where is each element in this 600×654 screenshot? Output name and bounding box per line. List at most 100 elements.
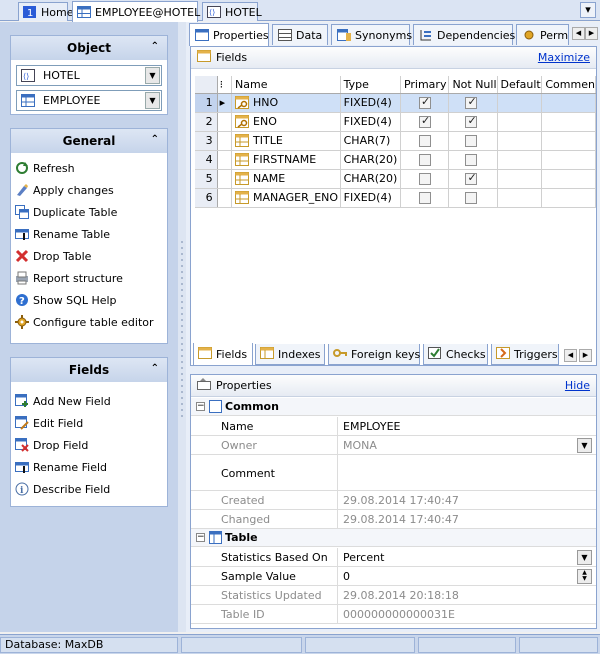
comment-cell[interactable]: [541, 150, 596, 170]
tabs-scroll-left-button[interactable]: ◀: [572, 27, 585, 40]
property-value[interactable]: 29.08.2014 20:18:18: [343, 589, 459, 602]
not-null-cell[interactable]: [448, 112, 498, 132]
not-null-cell[interactable]: [448, 188, 498, 208]
tab-employee-hotel[interactable]: EMPLOYEE@HOTEL: [72, 1, 200, 22]
refresh-action[interactable]: Refresh: [11, 157, 167, 179]
column-header-primary[interactable]: Primary: [400, 76, 450, 94]
field-name-cell[interactable]: MANAGER_ENO: [231, 188, 341, 208]
fields-panel-header[interactable]: Fields ⌃: [11, 358, 167, 382]
chevron-down-icon[interactable]: ▼: [145, 67, 160, 84]
field-name-cell[interactable]: NAME: [231, 169, 341, 189]
primary-cell[interactable]: [400, 131, 450, 151]
property-value[interactable]: 29.08.2014 17:40:47: [343, 494, 459, 507]
table-row[interactable]: 3 TITLE CHAR(7): [195, 131, 596, 151]
default-cell[interactable]: [497, 112, 543, 132]
tab-hotel[interactable]: ⟨⟩ HOTEL: [202, 2, 262, 21]
table-row[interactable]: 2 ENO FIXED(4): [195, 112, 596, 132]
tab-indexes[interactable]: Indexes: [255, 344, 325, 365]
column-header-not-null[interactable]: Not Null: [448, 76, 498, 94]
primary-cell[interactable]: [400, 93, 450, 113]
configure-table-editor-action[interactable]: Configure table editor: [11, 311, 167, 333]
tabs-scroll-right-button[interactable]: ▶: [585, 27, 598, 40]
property-section[interactable]: − Table: [191, 529, 596, 547]
table-row[interactable]: 1 ▸ HNO FIXED(4): [195, 93, 596, 113]
tab-foreign-keys[interactable]: Foreign keys: [328, 344, 420, 365]
tab-properties[interactable]: Properties: [189, 23, 269, 46]
primary-checkbox[interactable]: [418, 192, 431, 204]
not-null-cell[interactable]: [448, 131, 498, 151]
row-number[interactable]: 6: [195, 188, 218, 208]
property-row[interactable]: Changed 29.08.2014 17:40:47: [191, 510, 596, 529]
field-type-cell[interactable]: CHAR(20): [340, 169, 401, 189]
primary-checkbox[interactable]: [418, 154, 431, 166]
field-name-cell[interactable]: ENO: [231, 112, 341, 132]
table-row[interactable]: 4 FIRSTNAME CHAR(20): [195, 150, 596, 170]
not-null-checkbox[interactable]: [465, 171, 478, 185]
tab-dependencies[interactable]: Dependencies: [413, 24, 515, 45]
property-row[interactable]: Statistics Updated 29.08.2014 20:18:18: [191, 586, 596, 605]
default-cell[interactable]: [497, 169, 543, 189]
row-number[interactable]: 4: [195, 150, 218, 170]
property-value[interactable]: 000000000000031E: [343, 608, 455, 621]
primary-checkbox[interactable]: [418, 114, 431, 128]
field-type-cell[interactable]: CHAR(20): [340, 150, 401, 170]
property-row[interactable]: Created 29.08.2014 17:40:47: [191, 491, 596, 510]
tab-permissions[interactable]: Permis: [516, 24, 569, 45]
spin-buttons-icon[interactable]: ▲ ▼: [577, 569, 592, 584]
row-number[interactable]: 5: [195, 169, 218, 189]
row-number[interactable]: 1: [195, 93, 218, 113]
field-type-cell[interactable]: FIXED(4): [340, 188, 401, 208]
drop-table-action[interactable]: Drop Table: [11, 245, 167, 267]
property-value[interactable]: MONA: [343, 439, 377, 452]
tab-triggers[interactable]: Triggers: [491, 344, 559, 365]
primary-cell[interactable]: [400, 112, 450, 132]
duplicate-table-action[interactable]: Duplicate Table: [11, 201, 167, 223]
row-number[interactable]: 3: [195, 131, 218, 151]
field-type-cell[interactable]: FIXED(4): [340, 112, 401, 132]
property-value[interactable]: 0: [343, 570, 350, 583]
object-panel-header[interactable]: Object ⌃: [11, 36, 167, 60]
property-value[interactable]: EMPLOYEE: [343, 420, 401, 433]
primary-cell[interactable]: [400, 188, 450, 208]
rename-table-action[interactable]: Rename Table: [11, 223, 167, 245]
property-value[interactable]: Percent: [343, 551, 384, 564]
property-row[interactable]: Sample Value 0 ▲ ▼: [191, 567, 596, 586]
not-null-checkbox[interactable]: [465, 114, 478, 128]
default-cell[interactable]: [497, 131, 543, 151]
column-header-name[interactable]: Name: [231, 76, 341, 94]
hide-link[interactable]: Hide: [565, 379, 590, 392]
column-header-type[interactable]: Type: [340, 76, 401, 94]
collapse-icon[interactable]: ⌃: [151, 41, 159, 52]
chevron-down-icon[interactable]: ▼: [577, 550, 592, 565]
primary-cell[interactable]: [400, 150, 450, 170]
field-type-cell[interactable]: FIXED(4): [340, 93, 401, 113]
property-row[interactable]: Table ID 000000000000031E: [191, 605, 596, 624]
default-cell[interactable]: [497, 150, 543, 170]
apply-changes-action[interactable]: Apply changes: [11, 179, 167, 201]
table-select[interactable]: EMPLOYEE ▼: [16, 90, 162, 111]
describe-field-action[interactable]: i Describe Field: [11, 478, 167, 500]
not-null-cell[interactable]: [448, 93, 498, 113]
not-null-cell[interactable]: [448, 150, 498, 170]
bottom-tabs-scroll-right-button[interactable]: ▶: [579, 349, 592, 362]
field-name-cell[interactable]: TITLE: [231, 131, 341, 151]
default-cell[interactable]: [497, 93, 543, 113]
comment-cell[interactable]: [541, 131, 596, 151]
tab-home[interactable]: 1 Home: [18, 2, 73, 21]
tab-list-dropdown-button[interactable]: ▾: [580, 2, 596, 18]
show-sql-help-action[interactable]: ? Show SQL Help: [11, 289, 167, 311]
primary-checkbox[interactable]: [418, 135, 431, 147]
comment-cell[interactable]: [541, 93, 596, 113]
comment-cell[interactable]: [541, 169, 596, 189]
primary-checkbox[interactable]: [418, 95, 431, 109]
report-structure-action[interactable]: Report structure: [11, 267, 167, 289]
drop-field-action[interactable]: Drop Field: [11, 434, 167, 456]
column-header-default[interactable]: Default: [497, 76, 543, 94]
chevron-down-icon[interactable]: ▼: [145, 92, 160, 109]
bottom-tabs-scroll-left-button[interactable]: ◀: [564, 349, 577, 362]
property-row[interactable]: Name EMPLOYEE: [191, 417, 596, 436]
default-cell[interactable]: [497, 188, 543, 208]
field-name-cell[interactable]: FIRSTNAME: [231, 150, 341, 170]
tab-checks[interactable]: Checks: [423, 344, 488, 365]
primary-checkbox[interactable]: [418, 173, 431, 185]
